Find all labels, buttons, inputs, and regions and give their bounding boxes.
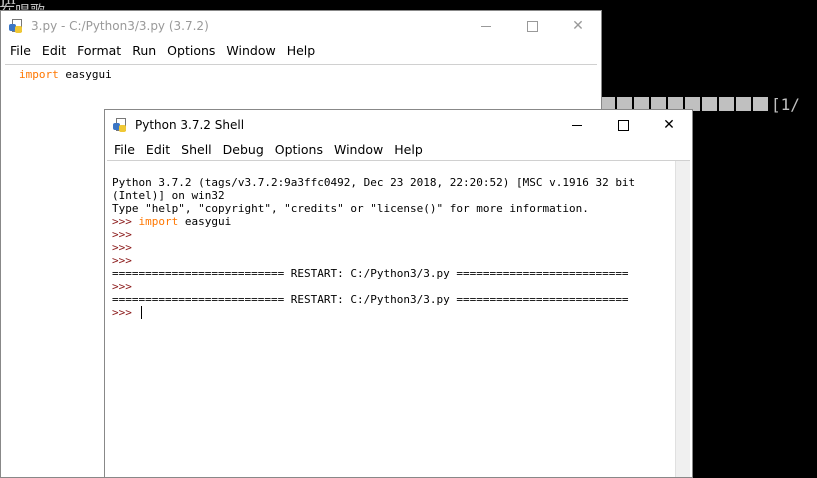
menu-edit[interactable]: Edit	[141, 142, 176, 157]
close-icon: ✕	[572, 18, 584, 34]
editor-menubar: File Edit Format Run Options Window Help	[1, 41, 601, 60]
progress-cell	[736, 97, 751, 111]
menu-file[interactable]: File	[5, 43, 37, 58]
maximize-button[interactable]	[600, 110, 646, 140]
menu-help[interactable]: Help	[282, 43, 322, 58]
shell-title: Python 3.7.2 Shell	[135, 118, 245, 132]
shell-line: >>> import easygui	[112, 215, 635, 228]
banner-line: Type "help", "copyright", "credits" or "…	[112, 202, 589, 215]
banner-line: (Intel)] on win32	[112, 189, 225, 202]
text-cursor	[140, 306, 142, 319]
python-file-icon	[9, 18, 25, 34]
menu-format[interactable]: Format	[72, 43, 127, 58]
shell-text-area[interactable]: Python 3.7.2 (tags/v3.7.2:9a3ffc0492, De…	[107, 160, 690, 477]
shell-prompt: >>>	[112, 306, 139, 319]
close-icon: ✕	[663, 117, 675, 133]
menu-debug[interactable]: Debug	[218, 142, 270, 157]
menu-edit[interactable]: Edit	[37, 43, 72, 58]
maximize-icon	[617, 119, 629, 131]
code-text: easygui	[178, 215, 232, 228]
menu-options[interactable]: Options	[162, 43, 221, 58]
code-text: easygui	[58, 68, 112, 81]
menu-window[interactable]: Window	[329, 142, 389, 157]
progress-counter: [1/	[771, 94, 800, 114]
restart-line: ========================== RESTART: C:/P…	[112, 293, 629, 306]
minimize-icon	[481, 25, 491, 27]
shell-prompt: >>>	[112, 241, 139, 254]
editor-title: 3.py - C:/Python3/3.py (3.7.2)	[31, 19, 209, 33]
code-keyword: import	[19, 68, 59, 81]
minimize-icon	[572, 124, 582, 126]
maximize-button[interactable]	[509, 11, 555, 41]
restart-line: ========================== RESTART: C:/P…	[112, 267, 629, 280]
shell-prompt: >>>	[112, 215, 139, 228]
shell-titlebar[interactable]: Python 3.7.2 Shell ✕	[105, 110, 692, 140]
menu-shell[interactable]: Shell	[176, 142, 218, 157]
minimize-button[interactable]	[463, 11, 509, 41]
code-keyword: import	[138, 215, 179, 228]
close-button[interactable]: ✕	[555, 11, 601, 41]
close-button[interactable]: ✕	[646, 110, 692, 140]
minimize-button[interactable]	[554, 110, 600, 140]
python-shell-icon	[113, 117, 129, 133]
progress-cell	[719, 97, 734, 111]
vertical-scrollbar[interactable]	[675, 161, 690, 477]
shell-prompt: >>>	[112, 280, 139, 293]
menu-run[interactable]: Run	[127, 43, 162, 58]
shell-window[interactable]: Python 3.7.2 Shell ✕ File Edit Shell Deb…	[104, 109, 693, 478]
progress-cell	[753, 97, 768, 111]
shell-prompt: >>>	[112, 254, 139, 267]
shell-prompt: >>>	[112, 228, 139, 241]
menu-window[interactable]: Window	[221, 43, 281, 58]
menu-file[interactable]: File	[109, 142, 141, 157]
banner-line: Python 3.7.2 (tags/v3.7.2:9a3ffc0492, De…	[112, 176, 636, 189]
menu-help[interactable]: Help	[389, 142, 429, 157]
editor-titlebar[interactable]: 3.py - C:/Python3/3.py (3.7.2) ✕	[1, 11, 601, 41]
progress-cell	[702, 97, 717, 111]
shell-menubar: File Edit Shell Debug Options Window Hel…	[105, 140, 692, 159]
maximize-icon	[526, 20, 538, 32]
menu-options[interactable]: Options	[270, 142, 329, 157]
